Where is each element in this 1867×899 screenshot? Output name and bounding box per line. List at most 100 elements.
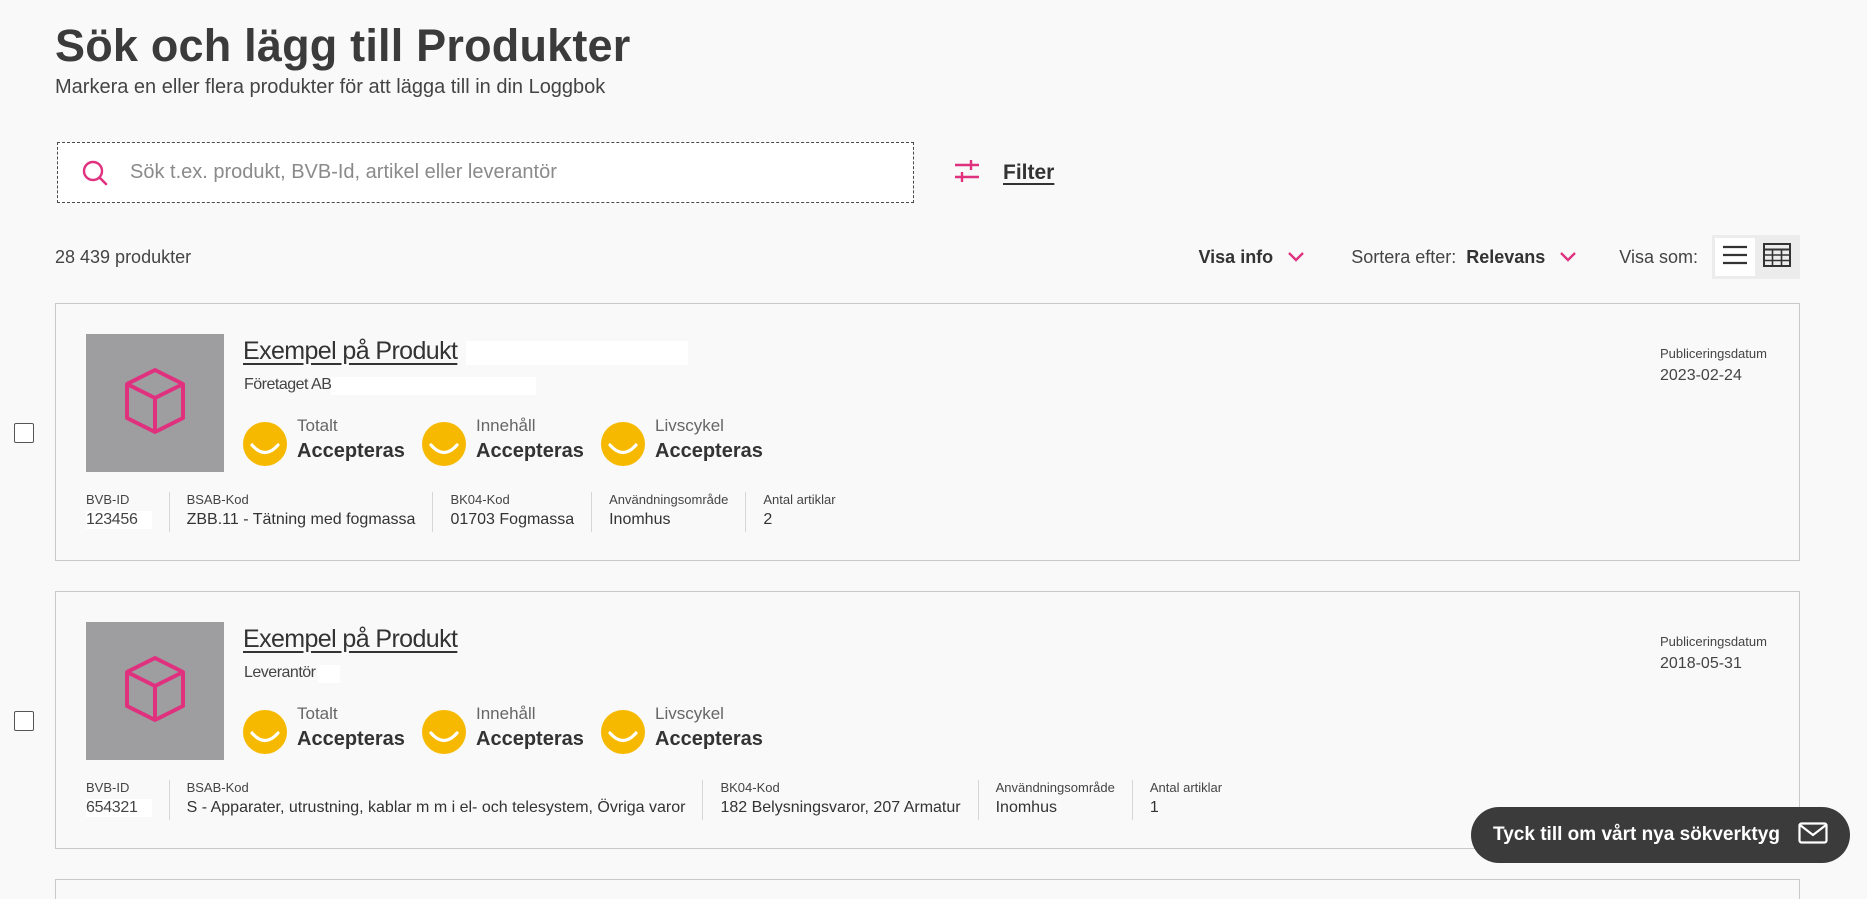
rating-livscykel: Livscykel Accepteras [601,416,763,466]
list-view-icon [1722,245,1748,270]
meta-bvb-id: BVB-ID 654321 [86,780,169,820]
sort-dropdown[interactable]: Sortera efter: Relevans [1351,247,1577,268]
meta-label: BK04-Kod [450,492,510,507]
filter-button[interactable]: Filter [953,158,1054,188]
meta-value: 123456 [86,511,152,529]
sliders-icon [953,159,981,188]
search-page: Sök och lägg till Produkter Markera en e… [55,0,1800,899]
meta-value: 182 Belysningsvaror, 207 Armatur [720,799,961,816]
cube-icon [123,366,187,441]
product-meta: BVB-ID 654321 BSAB-Kod S - Apparater, ut… [86,780,1239,820]
meta-antal: Antal artiklar 1 [1131,780,1239,820]
rating-label: Livscykel [655,704,724,723]
rating-value: Accepteras [476,728,584,750]
product-thumbnail [86,622,224,760]
select-product-checkbox[interactable] [14,711,34,731]
rating-label: Totalt [297,416,338,435]
meta-value: Inomhus [609,511,671,528]
rating-totalt: Totalt Accepteras [243,704,405,754]
rating-value: Accepteras [297,440,405,462]
publish-date-label: Publiceringsdatum [1660,346,1767,361]
product-card: Exempel på Produkt Företaget AB Totalt A… [55,303,1800,561]
list-view-button[interactable] [1715,238,1755,276]
sort-label: Sortera efter: [1351,246,1457,267]
redacted-area [318,665,340,683]
page-subtitle: Markera en eller flera produkter för att… [55,76,606,98]
select-product-checkbox[interactable] [14,423,34,443]
meta-bk04: BK04-Kod 182 Belysningsvaror, 207 Armatu… [702,780,977,820]
rating-group: Totalt Accepteras Innehåll Accepteras Li… [243,416,763,466]
publish-date: Publiceringsdatum 2018-05-31 [1660,634,1767,673]
cube-icon [123,654,187,729]
mail-icon [1798,821,1828,849]
product-card-partial [55,879,1800,899]
smiley-icon [601,710,645,754]
page-title: Sök och lägg till Produkter [55,20,631,71]
meta-value: 1 [1149,799,1159,816]
chevron-down-icon [1287,251,1305,263]
view-toggle [1712,235,1800,279]
meta-label: Antal artiklar [1149,780,1223,795]
results-toolbar: Visa info Sortera efter: Relevans Visa s… [1198,235,1800,279]
product-name-link[interactable]: Exempel på Produkt [243,337,458,366]
smiley-icon [243,710,287,754]
meta-value: 2 [763,511,773,528]
rating-label: Livscykel [655,416,724,435]
rating-group: Totalt Accepteras Innehåll Accepteras Li… [243,704,763,754]
publish-date-label: Publiceringsdatum [1660,634,1767,649]
meta-value: ZBB.11 - Tätning med fogmassa [186,511,416,528]
product-name-link[interactable]: Exempel på Produkt [243,625,458,654]
rating-value: Accepteras [476,440,584,462]
visa-info-dropdown[interactable]: Visa info [1198,247,1305,268]
rating-innehall: Innehåll Accepteras [422,416,584,466]
feedback-label: Tyck till om vårt nya sökverktyg [1493,824,1780,845]
meta-bvb-id: BVB-ID 123456 [86,492,169,532]
rating-value: Accepteras [655,440,763,462]
meta-bsab: BSAB-Kod S - Apparater, utrustning, kabl… [168,780,703,820]
chevron-down-icon [1559,251,1577,263]
meta-bsab: BSAB-Kod ZBB.11 - Tätning med fogmassa [168,492,433,532]
search-box [57,142,914,203]
rating-innehall: Innehåll Accepteras [422,704,584,754]
meta-value: Inomhus [995,799,1057,816]
meta-value: 01703 Fogmassa [450,511,575,528]
meta-anvandning: Användningsområde Inomhus [977,780,1132,820]
search-input[interactable] [128,160,888,185]
meta-label: BVB-ID [86,492,130,507]
sort-value: Relevans [1466,246,1546,267]
meta-label: BK04-Kod [720,780,780,795]
rating-label: Innehåll [476,704,536,723]
smiley-icon [422,710,466,754]
meta-label: BVB-ID [86,780,130,795]
meta-label: Antal artiklar [763,492,836,507]
meta-value: S - Apparater, utrustning, kablar m m i … [186,799,686,816]
rating-value: Accepteras [655,728,763,750]
rating-totalt: Totalt Accepteras [243,416,405,466]
product-meta: BVB-ID 123456 BSAB-Kod ZBB.11 - Tätning … [86,492,853,532]
rating-livscykel: Livscykel Accepteras [601,704,763,754]
smiley-icon [422,422,466,466]
rating-value: Accepteras [297,728,405,750]
smiley-icon [601,422,645,466]
table-view-icon [1763,242,1791,272]
meta-antal: Antal artiklar 2 [745,492,852,532]
view-label: Visa som: [1619,246,1698,267]
product-supplier: Leverantör [244,664,316,681]
view-switcher: Visa som: [1619,235,1800,279]
product-supplier: Företaget AB [244,376,332,393]
meta-value: 654321 [86,799,152,817]
smiley-icon [243,422,287,466]
rating-label: Totalt [297,704,338,723]
meta-bk04: BK04-Kod 01703 Fogmassa [432,492,591,532]
table-view-button[interactable] [1757,238,1797,276]
meta-label: BSAB-Kod [186,780,249,795]
publish-date: Publiceringsdatum 2023-02-24 [1660,346,1767,385]
redacted-area [331,377,536,395]
search-icon [80,158,110,188]
feedback-button[interactable]: Tyck till om vårt nya sökverktyg [1471,807,1850,863]
meta-label: Användningsområde [995,780,1115,795]
redacted-area [466,341,688,365]
publish-date-value: 2018-05-31 [1660,655,1742,672]
result-count: 28 439 produkter [55,247,192,267]
meta-label: BSAB-Kod [186,492,249,507]
